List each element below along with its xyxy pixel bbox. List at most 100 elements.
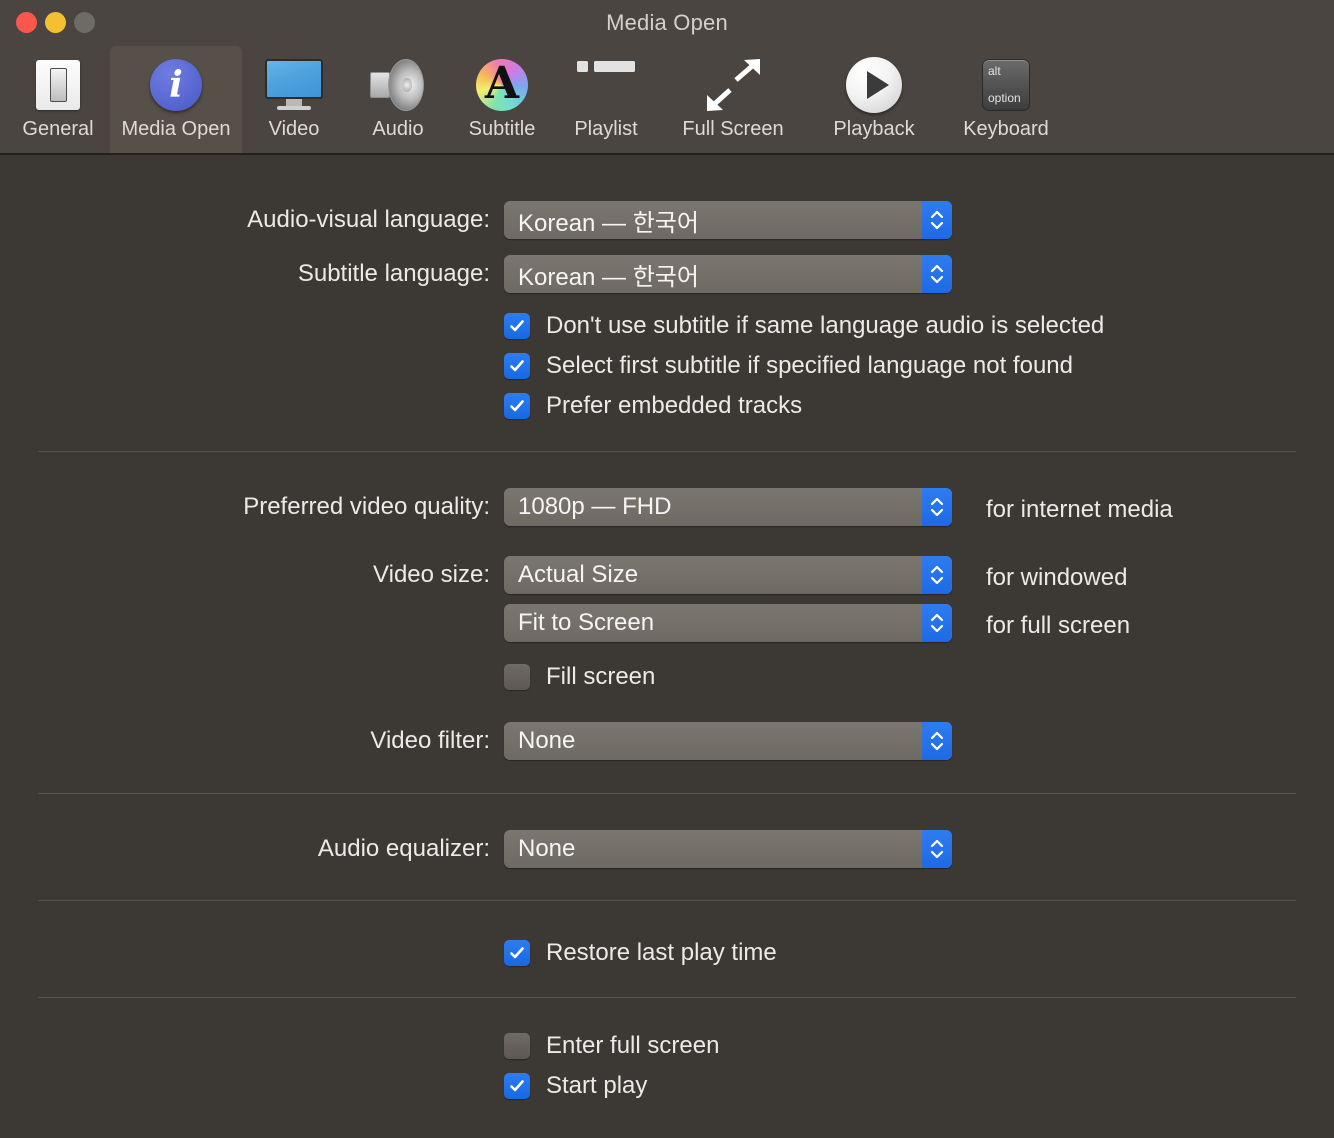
audio-equalizer-label: Audio equalizer:: [317, 835, 490, 862]
audio-equalizer-select[interactable]: None: [504, 830, 952, 868]
preferred-video-quality-row: Preferred video quality: 1080p — FHD: [0, 488, 952, 526]
preferred-video-quality-select[interactable]: 1080p — FHD: [504, 488, 952, 526]
subtitle-language-label: Subtitle language:: [297, 260, 490, 287]
audio-visual-language-stepper-icon[interactable]: [922, 201, 952, 239]
preferred-video-quality-value: 1080p — FHD: [518, 493, 672, 520]
checkbox-restore-last-play-time-label: Restore last play time: [546, 939, 777, 966]
tab-full-screen-label: Full Screen: [682, 118, 784, 140]
preferences-toolbar: General i Media Open Video Audio A Subti…: [0, 46, 1334, 155]
diagonal-arrows-icon: [702, 54, 764, 116]
list-icon: [577, 54, 635, 116]
video-size-fullscreen-select[interactable]: Fit to Screen: [504, 604, 952, 642]
option-key-icon: alt option: [982, 54, 1030, 116]
checkbox-box[interactable]: [504, 1033, 530, 1059]
subtitle-language-select[interactable]: Korean — 한국어: [504, 255, 952, 293]
video-filter-stepper-icon[interactable]: [922, 722, 952, 760]
window-title: Media Open: [606, 10, 728, 35]
tab-playlist[interactable]: Playlist: [554, 46, 658, 153]
video-filter-row: Video filter: None: [0, 722, 952, 760]
checkbox-enter-full-screen-label: Enter full screen: [546, 1032, 720, 1059]
close-button[interactable]: [16, 12, 37, 33]
option-key-alt-text: alt: [988, 64, 1001, 78]
checkbox-dont-use-subtitle-label: Don't use subtitle if same language audi…: [546, 312, 1105, 339]
tab-video-label: Video: [268, 118, 320, 140]
subtitle-language-row: Subtitle language: Korean — 한국어: [0, 255, 952, 293]
checkbox-box[interactable]: [504, 940, 530, 966]
checkbox-box[interactable]: [504, 1073, 530, 1099]
checkbox-box[interactable]: [504, 313, 530, 339]
checkbox-prefer-embedded-tracks-label: Prefer embedded tracks: [546, 392, 803, 419]
window-controls: [16, 12, 95, 33]
play-circle-icon: [846, 54, 902, 116]
tab-audio[interactable]: Audio: [346, 46, 450, 153]
preferences-content: Audio-visual language: Korean — 한국어 Subt…: [0, 155, 1334, 1138]
checkbox-box[interactable]: [504, 664, 530, 690]
video-size-windowed-row: Video size: Actual Size: [0, 556, 952, 594]
tab-playback-label: Playback: [833, 118, 915, 140]
speaker-icon: [370, 54, 426, 116]
light-switch-icon: [36, 54, 80, 116]
title-bar: Media Open: [0, 0, 1334, 46]
preferred-video-quality-stepper-icon[interactable]: [922, 488, 952, 526]
tab-keyboard[interactable]: alt option Keyboard: [940, 46, 1072, 153]
tab-general[interactable]: General: [6, 46, 110, 153]
checkbox-select-first-subtitle-label: Select first subtitle if specified langu…: [546, 352, 1073, 379]
video-size-windowed-stepper-icon[interactable]: [922, 556, 952, 594]
checkbox-fill-screen[interactable]: Fill screen: [504, 663, 655, 691]
preferences-window: Media Open General i Media Open Video Au…: [0, 0, 1334, 1138]
section-divider-3: [38, 900, 1296, 901]
tab-playlist-label: Playlist: [574, 118, 638, 140]
video-size-windowed-value: Actual Size: [518, 561, 639, 588]
checkbox-box[interactable]: [504, 393, 530, 419]
zoom-button: [74, 12, 95, 33]
option-key-option-text: option: [988, 91, 1021, 105]
video-size-windowed-select[interactable]: Actual Size: [504, 556, 952, 594]
minimize-button[interactable]: [45, 12, 66, 33]
video-filter-label: Video filter:: [370, 727, 490, 754]
tab-keyboard-label: Keyboard: [963, 118, 1049, 140]
tab-audio-label: Audio: [372, 118, 424, 140]
tab-full-screen[interactable]: Full Screen: [658, 46, 808, 153]
checkbox-start-play-label: Start play: [546, 1072, 648, 1099]
audio-equalizer-row: Audio equalizer: None: [0, 830, 952, 868]
checkbox-enter-full-screen[interactable]: Enter full screen: [504, 1032, 719, 1060]
tab-media-open-label: Media Open: [121, 118, 231, 140]
tab-media-open[interactable]: i Media Open: [110, 46, 242, 153]
tab-video[interactable]: Video: [242, 46, 346, 153]
checkbox-prefer-embedded-tracks[interactable]: Prefer embedded tracks: [504, 392, 802, 420]
video-size-fullscreen-suffix: for full screen: [986, 612, 1131, 639]
video-size-fullscreen-value: Fit to Screen: [518, 609, 655, 636]
tab-playback[interactable]: Playback: [808, 46, 940, 153]
audio-visual-language-row: Audio-visual language: Korean — 한국어: [0, 201, 952, 239]
audio-equalizer-value: None: [518, 835, 576, 862]
tab-general-label: General: [22, 118, 94, 140]
subtitle-language-value: Korean — 한국어: [518, 263, 699, 291]
video-size-label: Video size:: [373, 561, 490, 588]
tab-subtitle-label: Subtitle: [468, 118, 536, 140]
monitor-icon: [265, 54, 323, 116]
checkbox-dont-use-subtitle[interactable]: Don't use subtitle if same language audi…: [504, 312, 1104, 340]
info-circle-icon: i: [150, 54, 202, 116]
tab-subtitle[interactable]: A Subtitle: [450, 46, 554, 153]
audio-visual-language-value: Korean — 한국어: [518, 209, 699, 237]
audio-visual-language-label: Audio-visual language:: [247, 206, 490, 233]
preferred-video-quality-suffix: for internet media: [986, 496, 1173, 523]
checkbox-start-play[interactable]: Start play: [504, 1072, 647, 1100]
video-size-fullscreen-row: Fit to Screen: [504, 604, 952, 642]
section-divider-1: [38, 451, 1296, 452]
section-divider-4: [38, 997, 1296, 998]
section-divider-2: [38, 793, 1296, 794]
video-size-fullscreen-stepper-icon[interactable]: [922, 604, 952, 642]
letter-a-color-wheel-icon: A: [476, 54, 528, 116]
video-filter-value: None: [518, 727, 576, 754]
video-size-windowed-suffix: for windowed: [986, 564, 1128, 591]
checkbox-fill-screen-label: Fill screen: [546, 663, 656, 690]
video-filter-select[interactable]: None: [504, 722, 952, 760]
audio-visual-language-select[interactable]: Korean — 한국어: [504, 201, 952, 239]
subtitle-language-stepper-icon[interactable]: [922, 255, 952, 293]
audio-equalizer-stepper-icon[interactable]: [922, 830, 952, 868]
checkbox-box[interactable]: [504, 353, 530, 379]
checkbox-restore-last-play-time[interactable]: Restore last play time: [504, 939, 777, 967]
preferred-video-quality-label: Preferred video quality:: [243, 493, 490, 520]
checkbox-select-first-subtitle[interactable]: Select first subtitle if specified langu…: [504, 352, 1073, 380]
